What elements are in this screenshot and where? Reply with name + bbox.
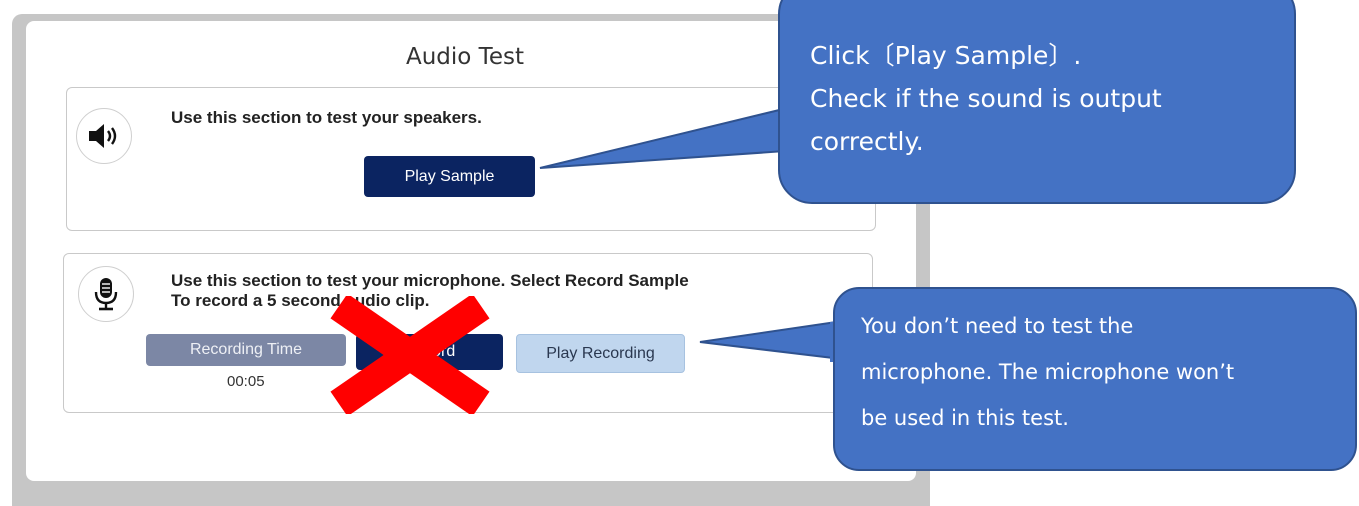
speaker-callout-line1: Click〔Play Sample〕. [810,41,1082,70]
speaker-callout-line3: correctly. [810,127,924,156]
microphone-callout-line1: You don’t need to test the [861,314,1134,338]
microphone-callout-line3: be used in this test. [861,406,1069,430]
microphone-callout: You don’t need to test the microphone. T… [833,287,1357,471]
microphone-callout-line2: microphone. The microphone won’t [861,360,1235,384]
speaker-callout-tail [539,103,801,169]
speaker-callout: Click〔Play Sample〕. Check if the sound i… [778,0,1296,204]
speaker-callout-line2: Check if the sound is output [810,84,1162,113]
microphone-callout-tail [699,318,851,362]
